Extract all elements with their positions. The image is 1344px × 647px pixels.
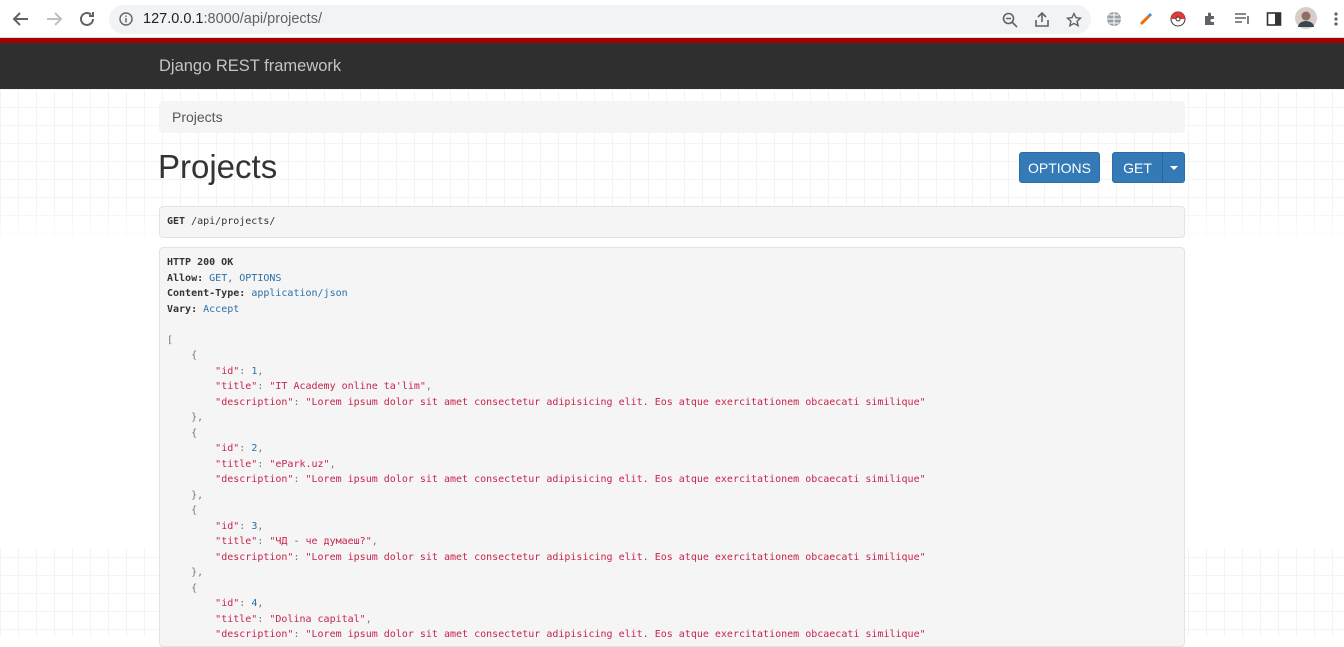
response-header: Content-Type: application/json [167, 288, 348, 299]
reading-list-icon[interactable] [1232, 9, 1252, 29]
json-field-title: "title": "ЧД - че думаеш?", [215, 536, 378, 547]
response-header: Vary: Accept [167, 303, 240, 315]
kebab-menu-icon[interactable] [1326, 9, 1344, 29]
request-line: GET /api/projects/ [167, 216, 276, 227]
request-info: GET /api/projects/ [159, 206, 1185, 238]
json-field-description: "description": "Lorem ipsum dolor sit am… [215, 551, 926, 563]
site-info-icon[interactable] [119, 12, 133, 26]
json-field-description: "description": "Lorem ipsum dolor sit am… [215, 629, 926, 640]
bookmark-star-icon[interactable] [1064, 10, 1084, 30]
json-field-title: "title": "IT Academy online ta'lim", [215, 381, 432, 392]
address-bar[interactable]: 127.0.0.1:8000/api/projects/ [109, 5, 1091, 34]
json-field-id: "id": 1, [215, 365, 264, 377]
json-field-description: "description": "Lorem ipsum dolor sit am… [215, 474, 926, 485]
breadcrumb-item-projects[interactable]: Projects [172, 109, 223, 125]
json-open-brace: { [167, 350, 198, 361]
json-open-brace: { [167, 505, 198, 516]
get-button[interactable]: GET [1112, 152, 1163, 183]
globe-extension-icon[interactable] [1104, 9, 1124, 29]
json-close-brace: }, [167, 489, 204, 501]
reload-icon[interactable] [75, 7, 99, 31]
url-text: 127.0.0.1:8000/api/projects/ [143, 11, 322, 27]
json-field-title: "title": "Dolina capital", [215, 613, 372, 625]
share-icon[interactable] [1032, 10, 1052, 30]
side-panel-icon[interactable] [1264, 9, 1284, 29]
json-open-brace: { [167, 427, 198, 439]
json-field-description: "description": "Lorem ipsum dolor sit am… [215, 396, 926, 408]
navbar-brand[interactable]: Django REST framework [159, 57, 341, 76]
json-field-id: "id": 2, [215, 443, 264, 454]
json-field-id: "id": 3, [215, 520, 264, 532]
pokeball-extension-icon[interactable] [1168, 9, 1188, 29]
json-field-title: "title": "ePark.uz", [215, 458, 336, 470]
forward-arrow-icon[interactable] [42, 7, 66, 31]
response-info: HTTP 200 OK Allow: GET, OPTIONS Content-… [159, 247, 1185, 647]
response-header: Allow: GET, OPTIONS [167, 272, 282, 284]
color-picker-extension-icon[interactable] [1136, 9, 1156, 29]
json-open-brace: { [167, 582, 198, 594]
caret-down-icon [1169, 165, 1178, 170]
get-format-dropdown-toggle[interactable] [1162, 152, 1185, 183]
json-close-brace: }, [167, 412, 204, 423]
response-status: HTTP 200 OK [167, 257, 234, 268]
browser-toolbar: 127.0.0.1:8000/api/projects/ [0, 0, 1344, 38]
options-button[interactable]: OPTIONS [1019, 152, 1100, 183]
zoom-icon[interactable] [1000, 10, 1020, 30]
json-field-id: "id": 4, [215, 598, 264, 609]
profile-avatar[interactable] [1295, 7, 1317, 29]
json-open-bracket: [ [167, 334, 174, 346]
back-arrow-icon[interactable] [9, 7, 33, 31]
json-close-brace: }, [167, 567, 204, 578]
extensions-puzzle-icon[interactable] [1200, 9, 1220, 29]
breadcrumb: Projects [159, 101, 1185, 133]
page-title: Projects [158, 148, 278, 185]
navbar: Django REST framework [0, 43, 1344, 89]
